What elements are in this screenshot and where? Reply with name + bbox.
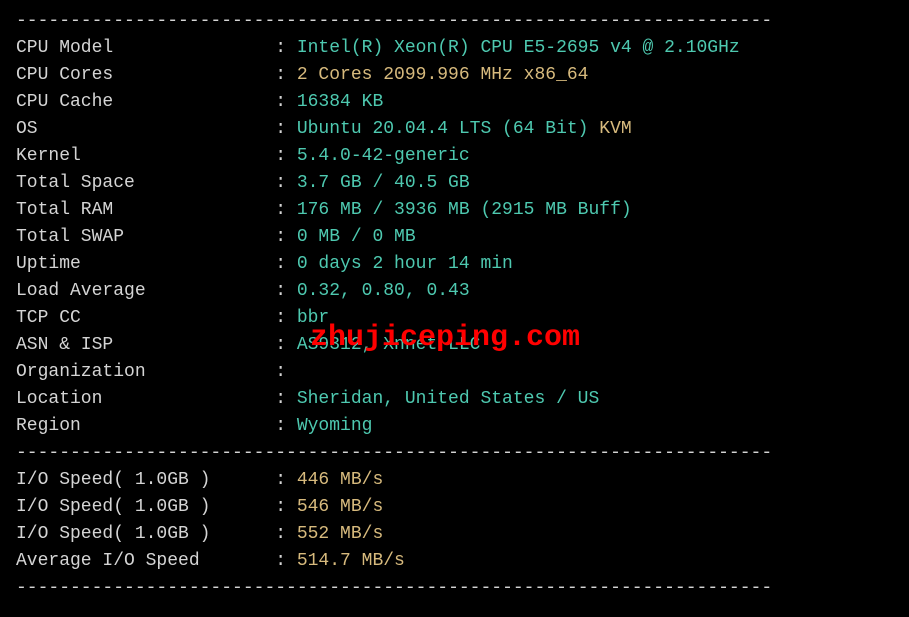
- colon: :: [275, 521, 297, 548]
- colon: :: [275, 197, 297, 224]
- info-row: CPU Cores: 2 Cores 2099.996 MHz x86_64: [16, 62, 893, 89]
- info-value: Ubuntu 20.04.4 LTS (64 Bit): [297, 116, 599, 143]
- info-label: Total SWAP: [16, 224, 275, 251]
- info-row: CPU Cache: 16384 KB: [16, 89, 893, 116]
- colon: :: [275, 116, 297, 143]
- io-row: I/O Speed( 1.0GB ): 546 MB/s: [16, 494, 893, 521]
- info-value: 0.32, 0.80, 0.43: [297, 278, 470, 305]
- info-value: 0 days 2 hour 14 min: [297, 251, 513, 278]
- colon: :: [275, 359, 297, 386]
- info-value: 3.7 GB / 40.5 GB: [297, 170, 470, 197]
- io-value: 446 MB/s: [297, 467, 383, 494]
- info-value: Wyoming: [297, 413, 373, 440]
- info-row: Total RAM: 176 MB / 3936 MB (2915 MB Buf…: [16, 197, 893, 224]
- info-value: 16384 KB: [297, 89, 383, 116]
- separator-mid: ----------------------------------------…: [16, 440, 893, 467]
- info-value: Intel(R) Xeon(R) CPU E5-2695 v4 @ 2.10GH…: [297, 35, 740, 62]
- colon: :: [275, 548, 297, 575]
- info-label: OS: [16, 116, 275, 143]
- info-label: Region: [16, 413, 275, 440]
- separator-top: ----------------------------------------…: [16, 8, 893, 35]
- io-value: 546 MB/s: [297, 494, 383, 521]
- info-label: Total Space: [16, 170, 275, 197]
- io-row: I/O Speed( 1.0GB ): 552 MB/s: [16, 521, 893, 548]
- info-value: 176 MB / 3936 MB (2915 MB Buff): [297, 197, 632, 224]
- io-label: I/O Speed( 1.0GB ): [16, 467, 275, 494]
- colon: :: [275, 332, 297, 359]
- colon: :: [275, 467, 297, 494]
- info-label: Uptime: [16, 251, 275, 278]
- info-label: Organization: [16, 359, 275, 386]
- info-value: KVM: [599, 116, 631, 143]
- info-label: Total RAM: [16, 197, 275, 224]
- info-label: Location: [16, 386, 275, 413]
- info-value: bbr: [297, 305, 329, 332]
- colon: :: [275, 386, 297, 413]
- info-row: Organization:: [16, 359, 893, 386]
- info-value: Sheridan, United States / US: [297, 386, 599, 413]
- info-label: Load Average: [16, 278, 275, 305]
- info-row: Uptime: 0 days 2 hour 14 min: [16, 251, 893, 278]
- info-label: TCP CC: [16, 305, 275, 332]
- io-label: I/O Speed( 1.0GB ): [16, 521, 275, 548]
- separator-bottom: ----------------------------------------…: [16, 575, 893, 602]
- info-row: CPU Model: Intel(R) Xeon(R) CPU E5-2695 …: [16, 35, 893, 62]
- colon: :: [275, 89, 297, 116]
- io-label: Average I/O Speed: [16, 548, 275, 575]
- io-value: 514.7 MB/s: [297, 548, 405, 575]
- colon: :: [275, 224, 297, 251]
- io-row: I/O Speed( 1.0GB ): 446 MB/s: [16, 467, 893, 494]
- colon: :: [275, 143, 297, 170]
- info-value: AS9312, Xnnet LLC: [297, 332, 481, 359]
- info-row: ASN & ISP: AS9312, Xnnet LLC: [16, 332, 893, 359]
- colon: :: [275, 413, 297, 440]
- io-label: I/O Speed( 1.0GB ): [16, 494, 275, 521]
- info-value: 0 MB / 0 MB: [297, 224, 416, 251]
- colon: :: [275, 35, 297, 62]
- info-label: ASN & ISP: [16, 332, 275, 359]
- io-row: Average I/O Speed: 514.7 MB/s: [16, 548, 893, 575]
- info-label: Kernel: [16, 143, 275, 170]
- colon: :: [275, 62, 297, 89]
- info-row: TCP CC: bbr: [16, 305, 893, 332]
- io-speed-block: I/O Speed( 1.0GB ): 446 MB/sI/O Speed( 1…: [16, 467, 893, 575]
- colon: :: [275, 278, 297, 305]
- system-info-block: CPU Model: Intel(R) Xeon(R) CPU E5-2695 …: [16, 35, 893, 440]
- info-row: OS: Ubuntu 20.04.4 LTS (64 Bit) KVM: [16, 116, 893, 143]
- info-row: Region: Wyoming: [16, 413, 893, 440]
- info-row: Total Space: 3.7 GB / 40.5 GB: [16, 170, 893, 197]
- info-value: 5.4.0-42-generic: [297, 143, 470, 170]
- info-row: Location: Sheridan, United States / US: [16, 386, 893, 413]
- info-row: Load Average: 0.32, 0.80, 0.43: [16, 278, 893, 305]
- colon: :: [275, 170, 297, 197]
- info-label: CPU Model: [16, 35, 275, 62]
- info-label: CPU Cache: [16, 89, 275, 116]
- info-label: CPU Cores: [16, 62, 275, 89]
- info-row: Total SWAP: 0 MB / 0 MB: [16, 224, 893, 251]
- colon: :: [275, 305, 297, 332]
- colon: :: [275, 251, 297, 278]
- info-row: Kernel: 5.4.0-42-generic: [16, 143, 893, 170]
- colon: :: [275, 494, 297, 521]
- info-value: 2 Cores 2099.996 MHz x86_64: [297, 62, 589, 89]
- io-value: 552 MB/s: [297, 521, 383, 548]
